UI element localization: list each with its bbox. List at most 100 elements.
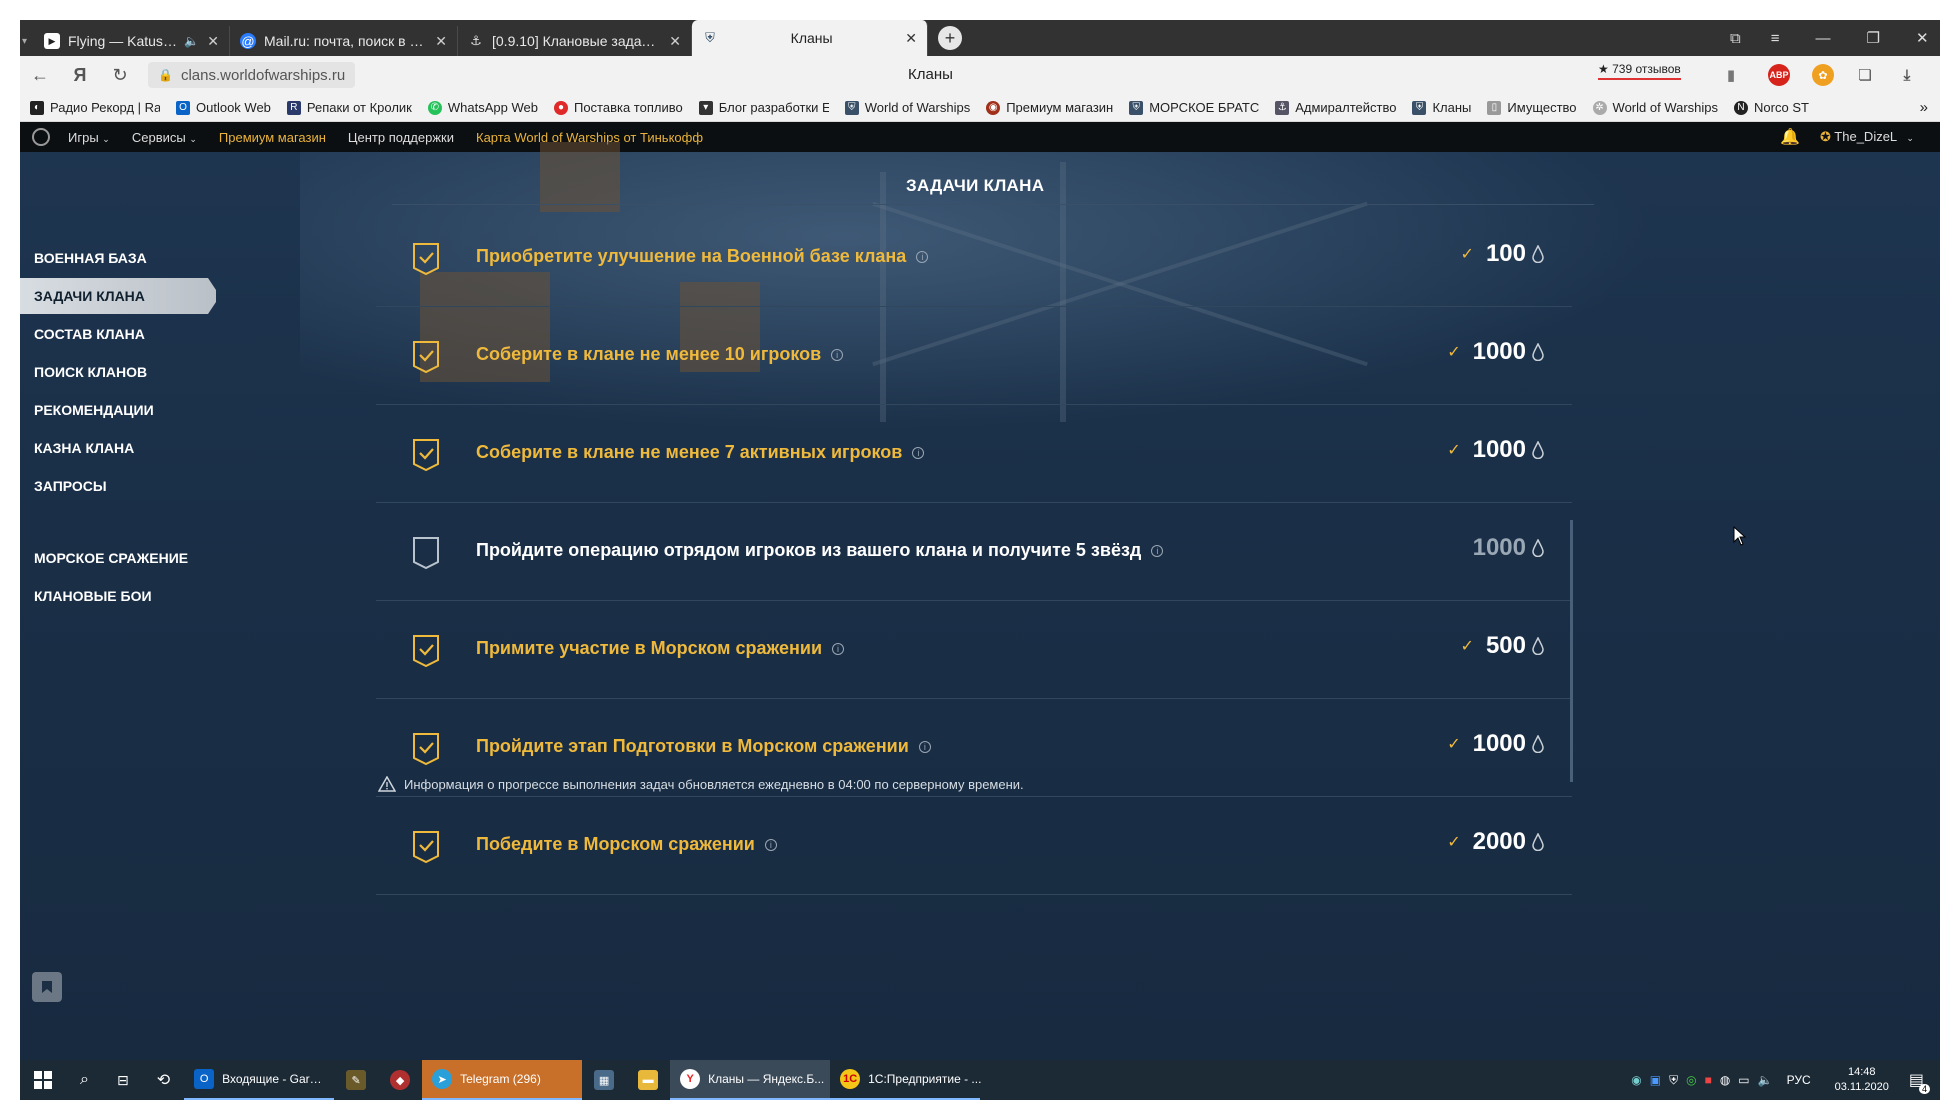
shield-tray-icon[interactable]: ⛨ [1669, 1073, 1678, 1088]
task-row[interactable]: Соберите в клане не менее 10 игроков i ✓ 10… [376, 308, 1572, 405]
bookmark-item[interactable]: ◐ Радио Рекорд | Ra [30, 100, 160, 115]
extension-icon[interactable]: ✿ [1812, 64, 1834, 86]
reload-icon[interactable]: ↻ [100, 65, 140, 86]
bookmark-item[interactable]: N Norco ST [1734, 100, 1809, 115]
info-icon[interactable]: i [1151, 545, 1164, 558]
sidebar-item-requests[interactable]: ЗАПРОСЫ [20, 468, 220, 504]
outlook-tray-icon[interactable]: ▣ [1650, 1073, 1661, 1087]
restore-icon[interactable]: ❐ [1866, 29, 1879, 47]
sidebar-item-treasury[interactable]: КАЗНА КЛАНА [20, 430, 220, 466]
sidebar-item-clan-battles[interactable]: КЛАНОВЫЕ БОИ [20, 578, 220, 614]
sidebar-item-recommendations[interactable]: РЕКОМЕНДАЦИИ [20, 392, 220, 428]
wargaming-logo-icon[interactable] [32, 128, 50, 146]
color-tray-icon[interactable]: ■ [1705, 1073, 1712, 1087]
tabs-menu[interactable]: ▾ [20, 26, 34, 56]
tab-clans[interactable]: ⛨ Кланы ✕ [692, 20, 928, 56]
sidebar-item-clan-tasks[interactable]: ЗАДАЧИ КЛАНА [20, 278, 216, 314]
tabs-sync-icon[interactable]: ⧉ [1730, 30, 1741, 47]
bell-icon[interactable]: 🔔 [1780, 127, 1800, 147]
language-indicator[interactable]: РУС [1787, 1073, 1811, 1087]
taskbar-explorer[interactable]: ▬ [626, 1060, 670, 1100]
support-link[interactable]: Центр поддержки [348, 130, 454, 145]
task-view-icon[interactable]: ⊟ [103, 1060, 143, 1100]
bookmarks-more-icon[interactable]: » [1920, 99, 1928, 116]
url-field[interactable]: 🔒 clans.worldofwarships.ru [148, 62, 356, 88]
task-reward: ✓ 2000 [1447, 828, 1544, 856]
info-icon[interactable]: i [912, 447, 925, 460]
bookmarks-bar: ◐ Радио Рекорд | Ra O Outlook Web R Репаки … [20, 94, 1940, 122]
folder-icon: ▬ [638, 1070, 659, 1090]
close-icon[interactable]: ✕ [435, 33, 447, 50]
display-tray-icon[interactable]: ▭ [1738, 1073, 1749, 1087]
sidebar-item-military-base[interactable]: ВОЕННАЯ БАЗА [20, 240, 220, 276]
bookmark-item[interactable]: ⚓ Адмиралтейство [1275, 100, 1396, 115]
sync-icon[interactable]: ⟲ [143, 1060, 184, 1100]
close-window-icon[interactable]: ✕ [1916, 29, 1929, 47]
speaker-icon[interactable]: 🔈 [184, 34, 199, 48]
bookmark-item[interactable]: ⛨ Кланы [1412, 100, 1471, 115]
reviews-badge[interactable]: ★ 739 отзывов [1598, 62, 1681, 80]
sidebar-item-naval-battle[interactable]: МОРСКОЕ СРАЖЕНИЕ [20, 540, 220, 576]
minimize-icon[interactable]: — [1815, 30, 1830, 47]
taskbar-item-1c[interactable]: 1С 1С:Предприятие - ... [830, 1060, 981, 1100]
clock[interactable]: 14:48 03.11.2020 [1835, 1065, 1889, 1095]
services-menu[interactable]: Сервисы ⌄ [132, 130, 197, 145]
user-menu[interactable]: ✪ The_DizeL ⌄ [1820, 129, 1914, 145]
tab-forum[interactable]: ⚓ [0.9.10] Клановые задачи. - ✕ [458, 26, 692, 56]
sidebar-item-clan-search[interactable]: ПОИСК КЛАНОВ [20, 354, 220, 390]
bookmark-icon[interactable]: ▮ [1720, 64, 1742, 86]
games-menu[interactable]: Игры ⌄ [68, 130, 110, 145]
start-button[interactable] [20, 1060, 66, 1100]
info-icon[interactable]: i [764, 839, 777, 852]
bookmark-item[interactable]: ✲ World of Warships [1592, 100, 1718, 115]
network-tray-icon[interactable]: ◍ [1720, 1073, 1730, 1087]
bookmark-item[interactable]: ▯ Имущество [1487, 100, 1577, 115]
bookmark-item[interactable]: ⛨ World of Warships [844, 100, 970, 115]
taskbar-item-yandex[interactable]: Y Кланы — Яндекс.Б... [670, 1060, 831, 1100]
taskbar-app-1[interactable]: ✎ [334, 1060, 378, 1100]
menu-icon[interactable]: ≡ [1771, 30, 1780, 47]
tab-music[interactable]: ▶ Flying — Katusha Svoboda 🔈 ✕ [34, 26, 230, 56]
yandex-icon[interactable]: Я [60, 65, 100, 86]
bookmark-item[interactable]: ◉ Премиум магазин [986, 100, 1113, 115]
bookmark-item[interactable]: ⛨ МОРСКОЕ БРАТСТ [1129, 100, 1259, 115]
taskbar-item-outlook[interactable]: O Входящие - Gariful... [184, 1060, 335, 1100]
task-row[interactable]: Победите в Морском сражении i ✓ 2000 [376, 798, 1572, 895]
bookmark-item[interactable]: O Outlook Web [176, 100, 271, 115]
bookmark-page-button[interactable] [32, 972, 62, 1002]
new-tab-button[interactable]: + [938, 26, 962, 50]
task-row[interactable]: Пройдите операцию отрядом игроков из ваш… [376, 504, 1572, 601]
info-icon[interactable]: i [831, 349, 844, 362]
close-icon[interactable]: ✕ [669, 33, 681, 50]
bookmark-item[interactable]: R Репаки от Кролик [286, 100, 412, 115]
taskbar-item-telegram[interactable]: ➤ Telegram (296) [422, 1060, 583, 1100]
back-icon[interactable]: ← [20, 65, 60, 86]
bookmark-item[interactable]: ● Поставка топливо [553, 100, 683, 115]
notifications-icon[interactable]: ▤ 4 [1909, 1070, 1930, 1094]
collections-icon[interactable]: ❏ [1854, 64, 1876, 86]
info-icon[interactable]: i [916, 251, 929, 264]
taskbar-app-2[interactable]: ◆ [378, 1060, 422, 1100]
task-row[interactable]: Приобретите улучшение на Военной базе кл… [376, 210, 1572, 307]
bookmark-item[interactable]: ✆ WhatsApp Web [427, 100, 538, 115]
sidebar-item-clan-members[interactable]: СОСТАВ КЛАНА [20, 316, 220, 352]
tab-mail[interactable]: @ Mail.ru: почта, поиск в интернете ✕ [230, 26, 458, 56]
download-icon[interactable]: ⤓ [1896, 64, 1918, 86]
taskbar-app-3[interactable]: ▦ [582, 1060, 626, 1100]
premium-shop-link[interactable]: Премиум магазин [219, 130, 326, 145]
task-row[interactable]: Примите участие в Морском сражении i ✓ 500 [376, 602, 1572, 699]
fuel-icon: ● [553, 100, 568, 115]
close-icon[interactable]: ✕ [207, 33, 219, 50]
close-icon[interactable]: ✕ [905, 30, 917, 47]
tray-icon[interactable]: ◉ [1631, 1073, 1641, 1087]
scrollbar[interactable] [1570, 520, 1573, 782]
bookmark-item[interactable]: ▾ Блог разработки E [698, 100, 829, 115]
check-icon: ✓ [1460, 638, 1474, 655]
volume-icon[interactable]: 🔈 [1758, 1073, 1773, 1087]
task-row[interactable]: Соберите в клане не менее 7 активных игр… [376, 406, 1572, 503]
antivirus-tray-icon[interactable]: ◎ [1686, 1073, 1696, 1087]
info-icon[interactable]: i [918, 741, 931, 754]
adblock-icon[interactable]: ABP [1768, 64, 1790, 86]
info-icon[interactable]: i [832, 643, 845, 656]
search-icon[interactable]: ⌕ [66, 1060, 103, 1100]
